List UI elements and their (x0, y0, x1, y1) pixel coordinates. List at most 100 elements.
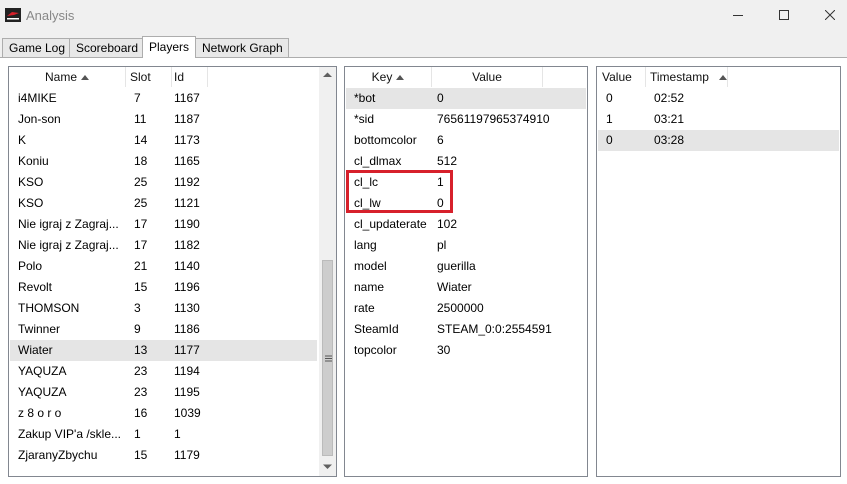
column-header-timestamp[interactable]: Timestamp (646, 67, 727, 87)
player-name: Zakup VIP'a /skle... (18, 427, 122, 441)
maximize-button[interactable] (761, 0, 807, 30)
sort-ascending-icon (396, 75, 405, 80)
player-id: 1187 (174, 112, 200, 126)
property-value: Wiater (437, 280, 472, 294)
players-list[interactable]: Name Slot Id i4MIKE 7 1167 Jon-son 11 1187 K 14… (8, 66, 337, 477)
history-timestamp: 03:21 (654, 112, 685, 126)
player-row[interactable]: Nie igraj z Zagraj... 17 1182 (10, 235, 317, 256)
player-id: 1140 (174, 259, 200, 273)
player-name: K (18, 133, 27, 147)
player-row[interactable]: K 14 1173 (10, 130, 317, 151)
property-history-list[interactable]: Value Timestamp 0 02:52 1 03:21 0 03:28 (596, 66, 841, 477)
history-row[interactable]: 0 03:28 (598, 130, 839, 151)
scroll-up-icon[interactable] (323, 72, 332, 78)
column-header-value[interactable]: Value (597, 67, 645, 87)
player-name: z 8 o r o (18, 406, 62, 420)
player-row[interactable]: Zakup VIP'a /skle... 1 1 (10, 424, 317, 445)
player-row[interactable]: KSO 25 1192 (10, 172, 317, 193)
player-slot: 17 (134, 238, 148, 252)
player-slot: 25 (134, 175, 148, 189)
player-id: 1167 (174, 91, 200, 105)
close-button[interactable] (807, 0, 847, 30)
player-id: 1195 (174, 385, 200, 399)
highlight-box (346, 170, 453, 213)
tab-network-graph[interactable]: Network Graph (195, 38, 289, 57)
player-slot: 16 (134, 406, 148, 420)
property-row[interactable]: SteamId STEAM_0:0:2554591 (346, 319, 586, 340)
player-id: 1190 (174, 217, 200, 231)
player-row[interactable]: YAQUZA 23 1195 (10, 382, 317, 403)
grip-icon (325, 355, 332, 362)
property-row[interactable]: *sid 76561197965374910 (346, 109, 586, 130)
player-name: Nie igraj z Zagraj... (18, 238, 119, 252)
property-key: SteamId (354, 322, 399, 336)
property-row[interactable]: model guerilla (346, 256, 586, 277)
player-id: 1194 (174, 364, 200, 378)
property-row[interactable]: cl_updaterate 102 (346, 214, 586, 235)
column-header-key[interactable]: Key (345, 67, 431, 87)
property-value: 102 (437, 217, 458, 231)
property-value: pl (437, 238, 447, 252)
column-header-value[interactable]: Value (432, 67, 542, 87)
player-row[interactable]: Nie igraj z Zagraj... 17 1190 (10, 214, 317, 235)
tab-players[interactable]: Players (142, 36, 196, 58)
minimize-button[interactable] (715, 0, 761, 30)
column-header-slot[interactable]: Slot (126, 67, 171, 87)
player-row[interactable]: i4MIKE 7 1167 (10, 88, 317, 109)
player-row[interactable]: ZjaranyZbychu 15 1179 (10, 445, 317, 466)
property-key: lang (354, 238, 377, 252)
property-value: 2500000 (437, 301, 484, 315)
player-id: 1173 (174, 133, 200, 147)
sort-ascending-icon (81, 75, 89, 80)
property-key: cl_updaterate (354, 217, 427, 231)
property-row[interactable]: *bot 0 (346, 88, 586, 109)
column-header-id[interactable]: Id (172, 67, 207, 87)
property-value: 6 (437, 133, 444, 147)
player-row[interactable]: THOMSON 3 1130 (10, 298, 317, 319)
property-key: *sid (354, 112, 375, 126)
minimize-icon (733, 15, 743, 16)
player-row[interactable]: Twinner 9 1186 (10, 319, 317, 340)
property-row[interactable]: cl_dlmax 512 (346, 151, 586, 172)
tab-scoreboard[interactable]: Scoreboard (69, 38, 143, 57)
property-row[interactable]: name Wiater (346, 277, 586, 298)
player-slot: 15 (134, 448, 148, 462)
tab-game-log[interactable]: Game Log (2, 38, 70, 57)
player-slot: 3 (134, 301, 141, 315)
property-value: 0 (437, 196, 444, 210)
property-row[interactable]: bottomcolor 6 (346, 130, 586, 151)
property-row[interactable]: lang pl (346, 235, 586, 256)
property-row[interactable]: rate 2500000 (346, 298, 586, 319)
player-slot: 7 (134, 91, 141, 105)
property-value: guerilla (437, 259, 476, 273)
scroll-down-icon[interactable] (323, 464, 332, 470)
property-row[interactable]: topcolor 30 (346, 340, 586, 361)
player-id: 1121 (174, 196, 200, 210)
player-row[interactable]: z 8 o r o 16 1039 (10, 403, 317, 424)
player-row[interactable]: KSO 25 1121 (10, 193, 317, 214)
title-bar: Analysis (0, 0, 847, 30)
player-row[interactable]: Koniu 18 1165 (10, 151, 317, 172)
player-row[interactable]: Jon-son 11 1187 (10, 109, 317, 130)
scroll-thumb[interactable] (322, 260, 333, 456)
property-value: 76561197965374910 (437, 112, 550, 126)
history-row[interactable]: 0 02:52 (598, 88, 839, 109)
player-row[interactable]: YAQUZA 23 1194 (10, 361, 317, 382)
property-key: rate (354, 301, 375, 315)
history-row[interactable]: 1 03:21 (598, 109, 839, 130)
player-name: YAQUZA (18, 385, 67, 399)
player-properties-list[interactable]: Key Value *bot 0 *sid 76561197965374910 bott… (344, 66, 588, 477)
player-row[interactable]: Revolt 15 1196 (10, 277, 317, 298)
player-slot: 1 (134, 427, 141, 441)
history-timestamp: 02:52 (654, 91, 685, 105)
property-key: cl_dlmax (354, 154, 402, 168)
property-value: 512 (437, 154, 458, 168)
column-header-name[interactable]: Name (9, 67, 125, 87)
player-id: 1 (174, 427, 181, 441)
player-name: ZjaranyZbychu (18, 448, 98, 462)
players-scrollbar[interactable] (319, 67, 336, 476)
player-row[interactable]: Wiater 13 1177 (10, 340, 317, 361)
player-id: 1130 (174, 301, 200, 315)
player-slot: 15 (134, 280, 148, 294)
player-row[interactable]: Polo 21 1140 (10, 256, 317, 277)
